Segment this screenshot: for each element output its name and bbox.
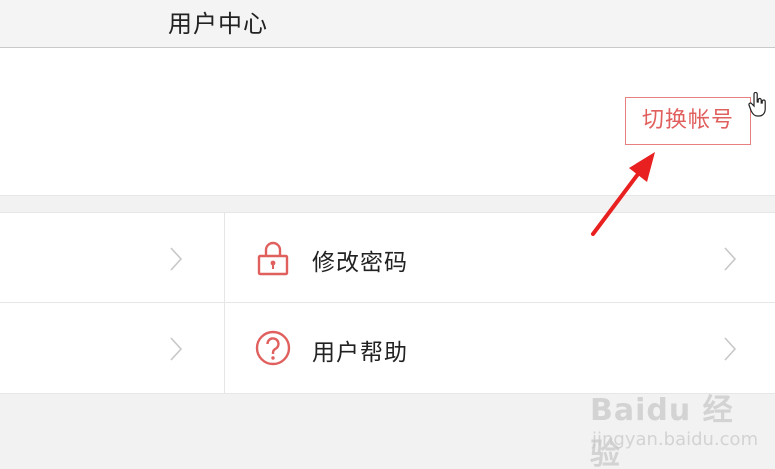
menu-item-label: 修改密码 — [312, 250, 408, 276]
watermark: Baidu 经验 jingyan.baidu.com — [590, 385, 758, 469]
menu-item-user-help[interactable]: 用户帮助 — [225, 303, 775, 393]
user-center-page: 用户中心 切换帐号 修改密码 用户帮助 Baidu 经验 jingyan.bai… — [0, 0, 775, 469]
lock-icon — [257, 241, 289, 276]
hand-cursor-icon — [748, 92, 766, 117]
help-icon — [255, 330, 291, 366]
menu-item-left-1[interactable] — [0, 213, 225, 303]
menu-item-label: 用户帮助 — [312, 340, 408, 366]
chevron-right-icon — [724, 247, 737, 271]
switch-account-button[interactable]: 切换帐号 — [625, 97, 751, 145]
settings-menu: 修改密码 用户帮助 — [0, 212, 775, 394]
watermark-logo: Baidu 经验 — [590, 393, 734, 469]
chevron-right-icon — [724, 337, 737, 361]
menu-item-change-password[interactable]: 修改密码 — [225, 213, 775, 303]
top-bar: 用户中心 — [0, 0, 775, 48]
menu-item-left-2[interactable] — [0, 303, 225, 393]
page-title: 用户中心 — [168, 10, 268, 38]
chevron-right-icon — [170, 247, 183, 271]
chevron-right-icon — [170, 337, 183, 361]
watermark-url: jingyan.baidu.com — [592, 429, 759, 450]
annotation-arrow-icon — [591, 152, 655, 236]
